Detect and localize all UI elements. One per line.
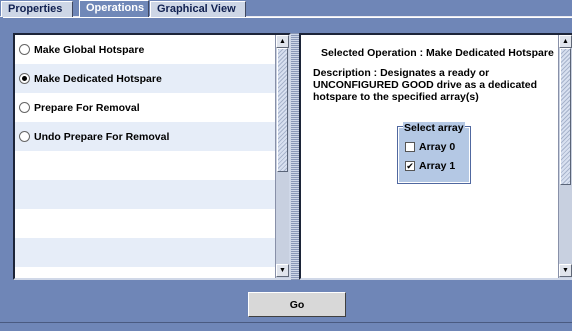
status-bar	[0, 322, 572, 331]
array-0-option[interactable]: Array 0	[405, 141, 455, 153]
arrow-down-icon[interactable]: ▼	[559, 264, 572, 277]
array-0-checkbox[interactable]	[405, 142, 415, 152]
list-item-label: Undo Prepare For Removal	[34, 130, 170, 143]
tab-graphical-view[interactable]: Graphical View	[150, 1, 246, 17]
tab-bar: Properties Operations Graphical View	[0, 0, 572, 18]
tab-properties[interactable]: Properties	[1, 1, 73, 17]
description-line: Description : Designates a ready or	[313, 67, 490, 79]
radio-button[interactable]	[19, 102, 30, 113]
list-item-empty	[15, 238, 275, 267]
detail-scrollbar[interactable]: ▲ ▼	[558, 35, 572, 278]
go-button[interactable]: Go	[248, 292, 346, 317]
array-1-label: Array 1	[419, 160, 456, 172]
array-1-option[interactable]: ✔ Array 1	[405, 160, 455, 172]
select-array-group: Select array Array 0 ✔ Array 1	[398, 122, 470, 183]
list-item-make-dedicated-hotspare[interactable]: Make Dedicated Hotspare	[15, 64, 275, 93]
radio-button[interactable]	[19, 73, 30, 84]
arrow-down-icon[interactable]: ▼	[276, 264, 289, 277]
operations-list: Make Global Hotspare Make Dedicated Hots…	[15, 35, 275, 278]
scroll-thumb[interactable]	[560, 48, 571, 185]
arrow-up-icon[interactable]: ▲	[276, 35, 289, 48]
list-item-empty	[15, 267, 275, 278]
radio-button[interactable]	[19, 44, 30, 55]
list-item-empty	[15, 151, 275, 180]
list-item-empty	[15, 180, 275, 209]
selected-operation-label: Selected Operation : Make Dedicated Hots…	[321, 47, 554, 59]
split-pane-divider[interactable]	[291, 33, 299, 280]
operations-list-panel: Make Global Hotspare Make Dedicated Hots…	[13, 33, 291, 280]
radio-button[interactable]	[19, 131, 30, 142]
list-item-make-global-hotspare[interactable]: Make Global Hotspare	[15, 35, 275, 64]
list-scrollbar[interactable]: ▲ ▼	[275, 35, 289, 278]
list-item-empty	[15, 209, 275, 238]
description-line: hotspare to the specified array(s)	[313, 91, 479, 103]
array-0-label: Array 0	[419, 141, 456, 153]
list-item-label: Make Dedicated Hotspare	[34, 72, 162, 85]
list-item-undo-prepare-for-removal[interactable]: Undo Prepare For Removal	[15, 122, 275, 151]
scroll-thumb[interactable]	[277, 48, 288, 172]
description-line: UNCONFIGURED GOOD drive as a dedicated	[313, 79, 538, 91]
tab-operations[interactable]: Operations	[79, 0, 149, 18]
list-item-prepare-for-removal[interactable]: Prepare For Removal	[15, 93, 275, 122]
array-1-checkbox[interactable]: ✔	[405, 161, 415, 171]
select-array-legend: Select array	[403, 122, 465, 134]
list-item-label: Prepare For Removal	[34, 101, 140, 114]
list-item-label: Make Global Hotspare	[34, 43, 145, 56]
operation-detail-panel: Selected Operation : Make Dedicated Hots…	[299, 33, 572, 280]
operation-description: Description : Designates a ready or UNCO…	[313, 67, 553, 103]
arrow-up-icon[interactable]: ▲	[559, 35, 572, 48]
